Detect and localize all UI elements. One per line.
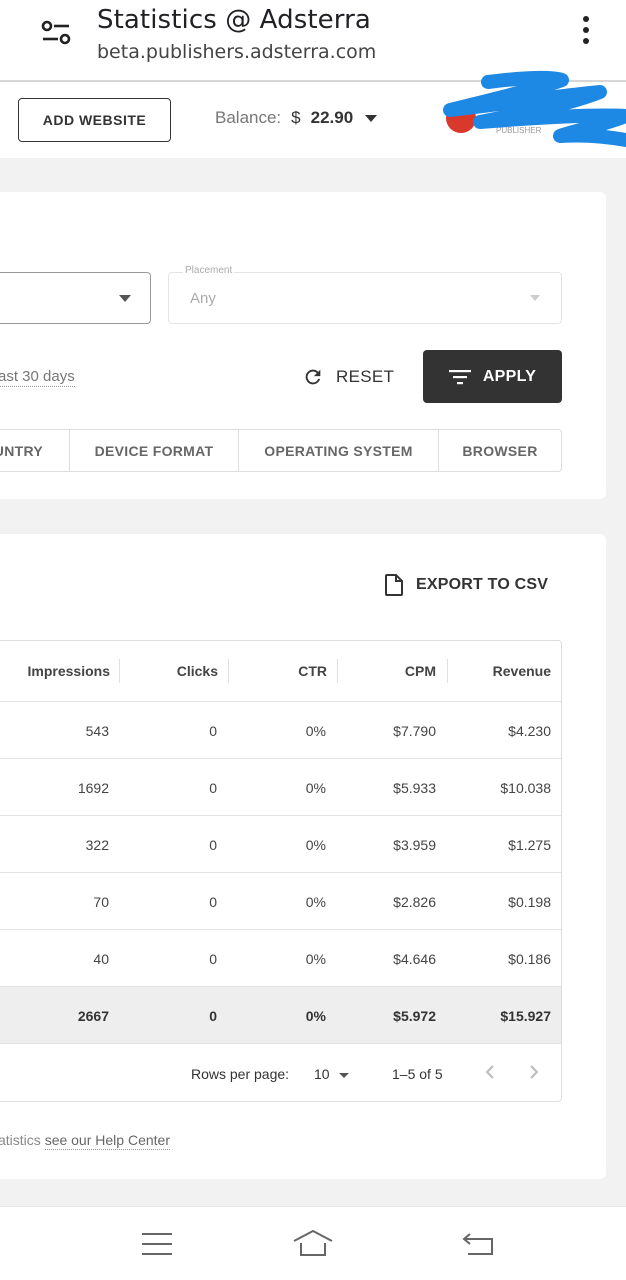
- more-options-icon[interactable]: [578, 16, 594, 50]
- statistics-table: Impressions Clicks CTR CPM Revenue 543 0…: [0, 640, 562, 1102]
- group-by-tabs: UNTRY DEVICE FORMAT OPERATING SYSTEM BRO…: [0, 429, 562, 472]
- cell-clicks: 0: [209, 951, 217, 967]
- filter-list-icon: [448, 369, 471, 384]
- dropdown-arrow-icon: [119, 295, 131, 302]
- column-cpm[interactable]: CPM: [337, 663, 436, 679]
- refresh-icon: [305, 369, 321, 385]
- cell-revenue: $1.275: [508, 837, 551, 853]
- caret-down-icon: [365, 114, 378, 122]
- reset-button[interactable]: RESET: [302, 362, 394, 392]
- add-website-button[interactable]: ADD WEBSITE: [18, 98, 171, 142]
- chevron-left-icon[interactable]: [484, 1064, 496, 1080]
- help-text: atistics see our Help Center: [0, 1132, 170, 1150]
- table-row: 40 0 0% $4.646 $0.186: [0, 930, 561, 987]
- table-row: 70 0 0% $2.826 $0.198: [0, 873, 561, 930]
- balance-label: Balance:: [215, 108, 282, 127]
- tab-browser[interactable]: BROWSER: [439, 430, 561, 471]
- total-clicks: 0: [209, 1008, 217, 1024]
- caret-down-icon[interactable]: [339, 1073, 349, 1078]
- cell-impressions: 1692: [77, 780, 109, 796]
- redaction-scribble: [443, 70, 626, 147]
- column-revenue[interactable]: Revenue: [447, 663, 551, 679]
- file-icon: [385, 574, 403, 596]
- tab-country[interactable]: UNTRY: [0, 430, 70, 471]
- rows-per-page-label: Rows per page:: [191, 1066, 290, 1082]
- cell-ctr: 0%: [305, 837, 326, 853]
- reset-label: RESET: [336, 367, 395, 386]
- cell-clicks: 0: [209, 780, 217, 796]
- column-clicks[interactable]: Clicks: [119, 663, 218, 679]
- cell-clicks: 0: [209, 894, 217, 910]
- cell-revenue: $4.230: [508, 723, 551, 739]
- cell-impressions: 70: [93, 894, 109, 910]
- cell-clicks: 0: [209, 723, 217, 739]
- cell-ctr: 0%: [305, 894, 326, 910]
- help-center-link[interactable]: see our Help Center: [44, 1132, 170, 1150]
- cell-revenue: $0.186: [508, 951, 551, 967]
- table-row: 543 0 0% $7.790 $4.230: [0, 702, 561, 759]
- tune-icon[interactable]: [40, 18, 72, 48]
- cell-cpm: $4.646: [393, 951, 436, 967]
- tab-device-format[interactable]: DEVICE FORMAT: [70, 430, 239, 471]
- total-ctr: 0%: [305, 1008, 326, 1024]
- total-revenue: $15.927: [500, 1008, 551, 1024]
- balance-currency: $: [291, 108, 301, 127]
- page-range: 1–5 of 5: [392, 1066, 443, 1082]
- cell-cpm: $2.826: [393, 894, 436, 910]
- table-totals-row: 2667 0 0% $5.972 $15.927: [0, 987, 561, 1044]
- apply-button[interactable]: APPLY: [423, 350, 562, 403]
- menu-icon[interactable]: [142, 1232, 172, 1256]
- system-nav-bar: [0, 1206, 626, 1280]
- cell-ctr: 0%: [305, 780, 326, 796]
- cell-cpm: $3.959: [393, 837, 436, 853]
- page-url[interactable]: beta.publishers.adsterra.com: [97, 41, 376, 63]
- cell-impressions: 543: [85, 723, 109, 739]
- total-impressions: 2667: [77, 1008, 109, 1024]
- statistics-card: EXPORT TO CSV Impressions Clicks CTR CPM…: [0, 534, 606, 1179]
- placement-select[interactable]: Placement Any: [168, 265, 562, 324]
- export-label: EXPORT TO CSV: [416, 576, 549, 593]
- dropdown-arrow-icon: [530, 295, 540, 301]
- table-row: 322 0 0% $3.959 $1.275: [0, 816, 561, 873]
- filters-card: Placement Any ast 30 days RESET APPLY UN…: [0, 192, 606, 499]
- cell-impressions: 322: [85, 837, 109, 853]
- help-prefix: atistics: [0, 1132, 45, 1148]
- balance-dropdown[interactable]: Balance: $ 22.90: [215, 108, 378, 128]
- chevron-right-icon[interactable]: [528, 1064, 540, 1080]
- cell-impressions: 40: [93, 951, 109, 967]
- export-csv-button[interactable]: EXPORT TO CSV: [385, 574, 548, 596]
- total-cpm: $5.972: [393, 1008, 436, 1024]
- cell-clicks: 0: [209, 837, 217, 853]
- cell-ctr: 0%: [305, 723, 326, 739]
- home-icon[interactable]: [292, 1229, 334, 1257]
- column-impressions[interactable]: Impressions: [1, 663, 110, 679]
- apply-label: APPLY: [482, 367, 537, 385]
- cell-cpm: $5.933: [393, 780, 436, 796]
- placement-value: Any: [190, 290, 216, 307]
- cell-cpm: $7.790: [393, 723, 436, 739]
- placement-label: Placement: [183, 265, 235, 276]
- column-ctr[interactable]: CTR: [228, 663, 327, 679]
- cell-revenue: $0.198: [508, 894, 551, 910]
- filter-select[interactable]: [0, 272, 151, 324]
- page-title: Statistics @ Adsterra: [97, 5, 371, 35]
- table-row: 1692 0 0% $5.933 $10.038: [0, 759, 561, 816]
- pagination: Rows per page: 10 1–5 of 5: [0, 1043, 561, 1101]
- date-range-link[interactable]: ast 30 days: [0, 368, 75, 387]
- table-header: Impressions Clicks CTR CPM Revenue: [0, 641, 561, 702]
- balance-value: 22.90: [310, 108, 354, 127]
- tab-operating-system[interactable]: OPERATING SYSTEM: [239, 430, 439, 471]
- rows-per-page-select[interactable]: 10: [314, 1066, 330, 1082]
- back-icon[interactable]: [462, 1231, 494, 1257]
- cell-revenue: $10.038: [500, 780, 551, 796]
- cell-ctr: 0%: [305, 951, 326, 967]
